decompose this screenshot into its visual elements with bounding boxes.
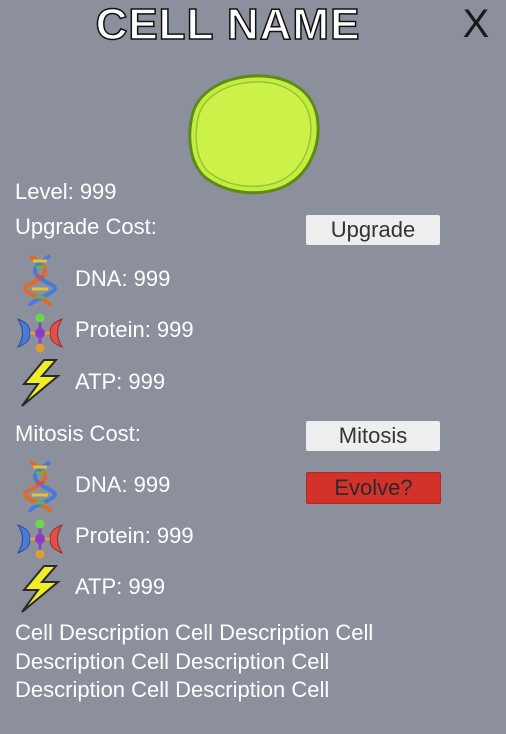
lightning-bolt-icon	[21, 565, 61, 613]
upgrade-cost-label: Upgrade Cost:	[15, 214, 157, 239]
cell-image	[188, 74, 320, 195]
evolve-button[interactable]: Evolve?	[306, 472, 441, 504]
lightning-bolt-icon	[21, 359, 61, 407]
mitosis-cost-label: Mitosis Cost:	[15, 421, 141, 446]
mitosis-dna-cost: DNA: 999	[75, 472, 171, 497]
protein-icon	[16, 519, 64, 559]
mitosis-button[interactable]: Mitosis	[306, 421, 440, 451]
mitosis-atp-cost: ATP: 999	[75, 574, 166, 599]
mitosis-protein-cost: Protein: 999	[75, 523, 194, 548]
dna-icon	[23, 254, 57, 307]
cell-name-title: CELL NAME	[95, 0, 361, 50]
level-label: Level: 999	[15, 179, 117, 204]
dna-icon	[23, 460, 57, 513]
upgrade-atp-cost: ATP: 999	[75, 369, 166, 394]
upgrade-protein-cost: Protein: 999	[75, 317, 194, 342]
close-button[interactable]: X	[456, 2, 496, 46]
cell-description: Cell Description Cell Description Cell D…	[15, 620, 374, 702]
upgrade-dna-cost: DNA: 999	[75, 266, 171, 291]
upgrade-button[interactable]: Upgrade	[306, 215, 440, 245]
protein-icon	[16, 313, 64, 353]
